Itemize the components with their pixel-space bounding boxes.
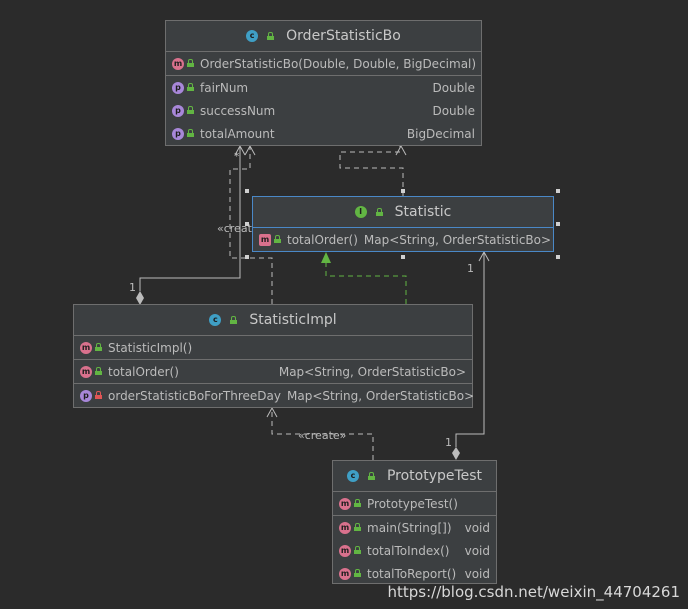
public-icon xyxy=(95,343,102,351)
method-name: totalToIndex() xyxy=(367,543,450,558)
public-icon xyxy=(274,235,281,243)
public-icon xyxy=(367,471,375,480)
class-title: c OrderStatisticBo xyxy=(166,21,481,52)
property-icon: p xyxy=(172,104,184,117)
method-row[interactable]: m main(String[]) void xyxy=(333,516,496,539)
field-type: BigDecimal xyxy=(406,126,475,141)
class-name: OrderStatisticBo xyxy=(286,28,401,44)
public-icon xyxy=(187,59,194,67)
multiplicity-star: * xyxy=(234,150,240,163)
aggregation-diamond-test xyxy=(452,447,460,460)
method-type: void xyxy=(464,543,490,558)
constructor-row[interactable]: m PrototypeTest() xyxy=(333,492,496,515)
class-icon: c xyxy=(246,30,259,42)
aggregation-impl-to-bo xyxy=(139,146,241,291)
method-name: totalOrder() xyxy=(108,364,179,379)
field-type: Map<String, OrderStatisticBo> xyxy=(287,388,475,403)
method-row[interactable]: m totalOrder() Map<String, OrderStatisti… xyxy=(253,228,553,251)
multiplicity-one-right: 1 xyxy=(467,262,474,275)
field-row[interactable]: p orderStatisticBoForThreeDay Map<String… xyxy=(74,384,475,407)
public-icon xyxy=(354,546,361,554)
public-icon xyxy=(375,207,383,216)
selection-handle[interactable] xyxy=(401,189,405,193)
method-row[interactable]: m totalToReport() void xyxy=(333,562,496,585)
class-box-prototype-test[interactable]: c PrototypeTest m PrototypeTest() m main… xyxy=(332,460,497,584)
class-name: PrototypeTest xyxy=(386,468,483,484)
class-title: c PrototypeTest xyxy=(333,461,496,492)
class-box-order-statistic-bo[interactable]: c OrderStatisticBo m OrderStatisticBo(Do… xyxy=(165,20,482,146)
method-type: void xyxy=(464,520,490,535)
private-lock-icon xyxy=(95,391,102,399)
interface-name: Statistic xyxy=(394,204,452,220)
constructor-row[interactable]: m OrderStatisticBo(Double, Double, BigDe… xyxy=(166,52,481,75)
selection-handle[interactable] xyxy=(556,222,560,226)
method-type: Map<String, OrderStatisticBo> xyxy=(363,232,552,247)
multiplicity-one-left: 1 xyxy=(129,281,136,294)
method-icon: m xyxy=(80,341,92,354)
public-icon xyxy=(230,315,238,324)
public-icon xyxy=(187,83,194,91)
class-name: StatisticImpl xyxy=(249,312,337,328)
field-row[interactable]: p fairNum Double xyxy=(166,76,481,99)
property-icon: p xyxy=(172,81,184,94)
abstract-method-icon: m xyxy=(259,233,271,246)
method-name: main(String[]) xyxy=(367,520,452,535)
field-row[interactable]: p successNum Double xyxy=(166,99,481,122)
constructor-row[interactable]: m StatisticImpl() xyxy=(74,336,472,359)
public-icon xyxy=(267,31,275,40)
method-icon: m xyxy=(339,567,351,580)
method-type: Map<String, OrderStatisticBo> xyxy=(278,364,466,379)
method-icon: m xyxy=(339,497,351,510)
selection-handle[interactable] xyxy=(245,189,249,193)
field-name: fairNum xyxy=(200,80,249,95)
public-icon xyxy=(354,499,361,507)
method-row[interactable]: m totalToIndex() void xyxy=(333,539,496,562)
interface-box-statistic[interactable]: I Statistic m totalOrder() Map<String, O… xyxy=(252,196,554,252)
selection-handle[interactable] xyxy=(556,189,560,193)
field-type: Double xyxy=(432,80,475,95)
interface-title: I Statistic xyxy=(253,197,553,228)
interface-icon: I xyxy=(354,206,367,218)
create-label-bottom: «create» xyxy=(298,429,347,442)
aggregation-diamond xyxy=(136,291,144,305)
method-icon: m xyxy=(80,365,92,378)
public-icon xyxy=(187,106,194,114)
public-icon xyxy=(95,367,102,375)
method-row[interactable]: m totalOrder() Map<String, OrderStatisti… xyxy=(74,360,472,383)
field-row[interactable]: p totalAmount BigDecimal xyxy=(166,122,481,145)
dependency-arrowhead xyxy=(395,144,407,156)
field-type: Double xyxy=(432,103,475,118)
selection-handle[interactable] xyxy=(556,255,560,259)
selection-handle[interactable] xyxy=(245,222,249,226)
method-icon: m xyxy=(172,57,184,70)
field-name: successNum xyxy=(200,103,276,118)
method-name: totalToReport() xyxy=(367,566,457,581)
property-icon: p xyxy=(80,389,92,402)
property-icon: p xyxy=(172,127,184,140)
constructor-name: OrderStatisticBo(Double, Double, BigDeci… xyxy=(200,56,475,71)
method-icon: m xyxy=(339,544,351,557)
class-icon: c xyxy=(209,314,222,326)
class-icon: c xyxy=(346,470,359,482)
method-icon: m xyxy=(339,521,351,534)
method-name: totalOrder() xyxy=(287,232,358,247)
selection-handle[interactable] xyxy=(401,255,405,259)
multiplicity-one-bottom: 1 xyxy=(445,436,452,449)
public-icon xyxy=(354,523,361,531)
implements-arrowhead xyxy=(321,252,331,263)
implements-impl-to-statistic xyxy=(325,262,407,304)
selection-handle[interactable] xyxy=(245,255,249,259)
public-icon xyxy=(354,569,361,577)
class-box-statistic-impl[interactable]: c StatisticImpl m StatisticImpl() m tota… xyxy=(73,304,475,408)
watermark: https://blog.csdn.net/weixin_44704261 xyxy=(387,583,680,601)
method-type: void xyxy=(464,566,490,581)
public-icon xyxy=(187,129,194,137)
class-title: c StatisticImpl xyxy=(74,305,472,336)
constructor-name: StatisticImpl() xyxy=(108,340,193,355)
constructor-name: PrototypeTest() xyxy=(367,496,458,511)
field-name: totalAmount xyxy=(200,126,275,141)
field-name: orderStatisticBoForThreeDay xyxy=(108,388,281,403)
dependency-statistic-to-bo xyxy=(339,146,404,196)
